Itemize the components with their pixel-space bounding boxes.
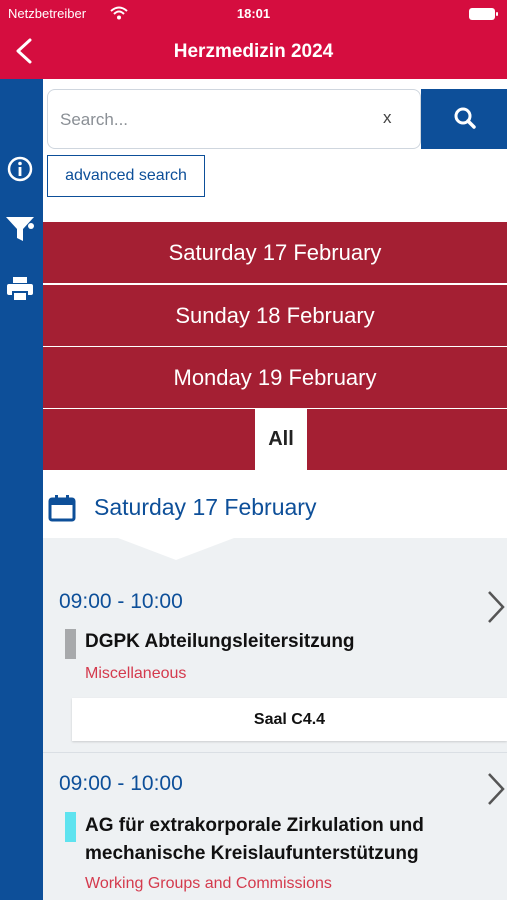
date-header: Saturday 17 February bbox=[43, 470, 507, 538]
chevron-right-icon[interactable] bbox=[486, 590, 506, 624]
session-category: Miscellaneous bbox=[85, 665, 187, 682]
date-label: Saturday 17 February bbox=[94, 494, 317, 520]
page-title: Herzmedizin 2024 bbox=[173, 41, 334, 62]
session-title: AG für extrakorporale Zirkulation und me… bbox=[85, 815, 424, 864]
search-button[interactable] bbox=[421, 89, 507, 149]
day-filter-saturday[interactable]: Saturday 17 February bbox=[43, 222, 507, 283]
clear-search-button[interactable]: x bbox=[383, 108, 392, 128]
print-icon[interactable] bbox=[4, 273, 36, 305]
calendar-icon bbox=[48, 495, 76, 522]
day-filter-all[interactable]: All bbox=[255, 409, 307, 470]
search-box bbox=[47, 89, 421, 149]
session-title: DGPK Abteilungsleitersitzung bbox=[85, 631, 355, 652]
room-badge: Saal C4.4 bbox=[72, 698, 507, 741]
advanced-search-button[interactable]: advanced search bbox=[47, 155, 205, 197]
status-time: 18:01 bbox=[236, 6, 271, 21]
date-pointer bbox=[118, 538, 234, 560]
filter-icon[interactable] bbox=[4, 213, 36, 245]
search-icon bbox=[454, 107, 476, 129]
chevron-right-icon[interactable] bbox=[486, 772, 506, 806]
info-icon[interactable] bbox=[4, 153, 36, 185]
category-color-bar bbox=[65, 812, 76, 842]
sidebar-rail bbox=[0, 79, 43, 900]
category-color-bar bbox=[65, 629, 76, 659]
session-list: 09:00 - 10:00 DGPK Abteilungsleitersitzu… bbox=[43, 538, 507, 900]
session-time: 09:00 - 10:00 bbox=[59, 772, 183, 795]
top-bar: Netzbetreiber 18:01 Herzmedizin 2024 bbox=[0, 0, 507, 79]
battery-icon bbox=[469, 8, 498, 20]
divider bbox=[43, 752, 507, 753]
search-input[interactable] bbox=[60, 107, 360, 133]
day-filter-monday[interactable]: Monday 19 February bbox=[43, 347, 507, 408]
status-bar: Netzbetreiber 18:01 bbox=[0, 5, 507, 25]
session-time: 09:00 - 10:00 bbox=[59, 590, 183, 613]
day-filter-all-row: All bbox=[43, 409, 507, 470]
day-filter-sunday[interactable]: Sunday 18 February bbox=[43, 285, 507, 346]
session-category: Working Groups and Commissions bbox=[85, 875, 332, 892]
